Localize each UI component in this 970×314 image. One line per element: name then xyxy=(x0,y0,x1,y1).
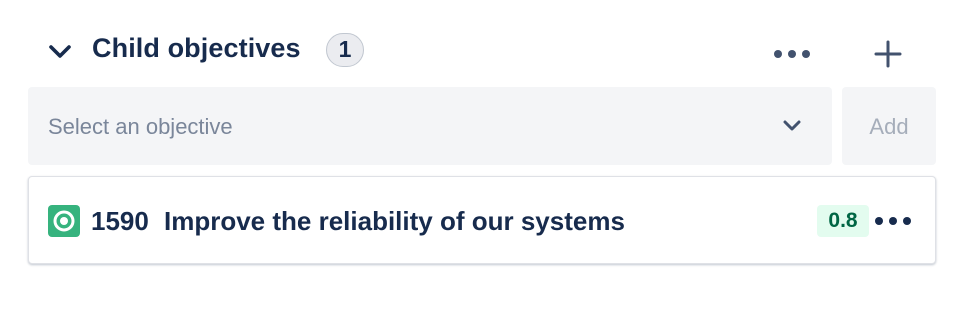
chevron-down-icon[interactable] xyxy=(46,40,74,64)
score-badge: 0.8 xyxy=(817,205,869,237)
select-placeholder: Select an objective xyxy=(48,114,233,139)
more-actions-button[interactable] xyxy=(770,42,814,66)
more-horizontal-icon xyxy=(774,50,810,58)
objective-target-icon xyxy=(48,205,80,237)
objective-key[interactable]: 1590 xyxy=(91,206,149,237)
more-horizontal-icon xyxy=(875,217,911,225)
add-button[interactable]: Add xyxy=(842,87,936,165)
plus-icon xyxy=(874,40,902,68)
child-objectives-header: Child objectives 1 xyxy=(0,22,970,80)
child-objective-row[interactable]: 1590 Improve the reliability of our syst… xyxy=(28,176,936,264)
objective-select[interactable]: Select an objective xyxy=(28,87,832,165)
chevron-down-icon xyxy=(780,117,804,135)
section-title: Child objectives xyxy=(92,33,301,63)
objective-title[interactable]: Improve the reliability of our systems xyxy=(164,206,625,237)
add-child-button[interactable] xyxy=(870,36,906,72)
row-more-actions-button[interactable] xyxy=(871,209,915,233)
count-badge: 1 xyxy=(326,33,364,67)
